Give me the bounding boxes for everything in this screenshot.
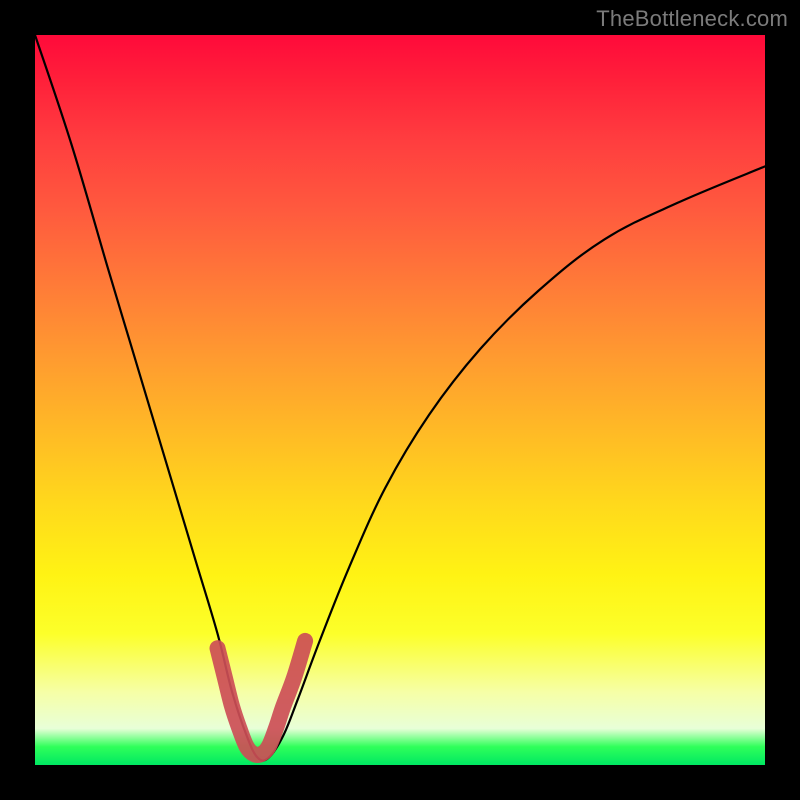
- watermark-text: TheBottleneck.com: [596, 6, 788, 32]
- bottleneck-curve: [35, 35, 765, 761]
- curve-layer: [35, 35, 765, 765]
- chart-frame: TheBottleneck.com: [0, 0, 800, 800]
- plot-area: [35, 35, 765, 765]
- marker-band: [218, 641, 306, 755]
